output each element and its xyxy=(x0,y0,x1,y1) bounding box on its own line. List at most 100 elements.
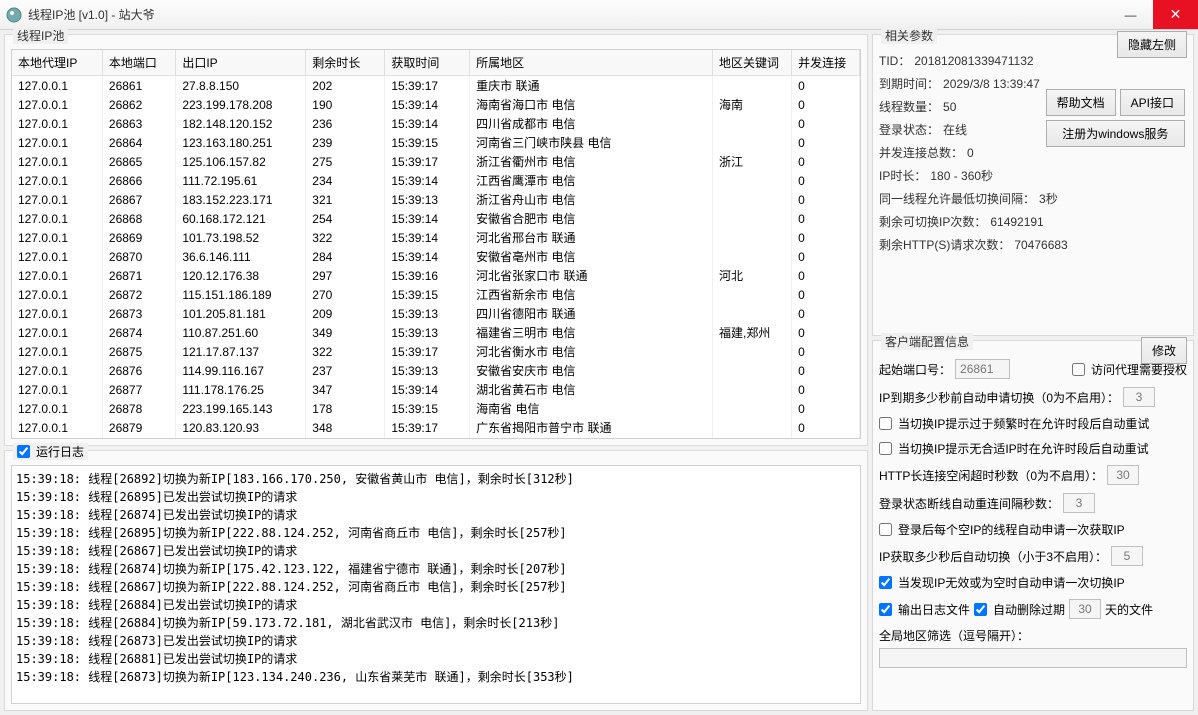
col-header[interactable]: 出口IP xyxy=(176,50,306,76)
col-header[interactable]: 获取时间 xyxy=(385,50,470,76)
cell-port: 26861 xyxy=(102,76,175,96)
table-row[interactable]: 127.0.0.126880120.9.141.12035115:39:14河北… xyxy=(12,437,860,439)
table-row[interactable]: 127.0.0.126876114.99.116.16723715:39:13安… xyxy=(12,361,860,380)
table-row[interactable]: 127.0.0.12686127.8.8.15020215:39:17重庆市 联… xyxy=(12,76,860,96)
cell-port: 26877 xyxy=(102,380,175,399)
region-filter-label: 全局地区筛选（逗号隔开）： xyxy=(879,627,1029,644)
cell-remain: 190 xyxy=(306,95,385,114)
cell-region: 河北省张家口市 联通 xyxy=(470,266,713,285)
remain-http-label: 剩余HTTP(S)请求次数： xyxy=(879,236,1010,253)
table-row[interactable]: 127.0.0.126877111.178.176.2534715:39:14湖… xyxy=(12,380,860,399)
auto-del-days-input[interactable] xyxy=(1069,599,1101,619)
ip-duration-label: IP时长： xyxy=(879,167,926,184)
cell-conn: 0 xyxy=(792,95,860,114)
close-button[interactable]: ✕ xyxy=(1153,0,1198,29)
min-switch-value: 3秒 xyxy=(1039,190,1058,207)
table-row[interactable]: 127.0.0.126878223.199.165.14317815:39:15… xyxy=(12,399,860,418)
col-header[interactable]: 并发连接 xyxy=(792,50,860,76)
remain-switch-value: 61492191 xyxy=(990,215,1043,229)
api-button[interactable]: API接口 xyxy=(1120,89,1185,116)
cell-region: 江西省鹰潭市 电信 xyxy=(470,171,713,190)
ip-table-wrap[interactable]: 本地代理IP本地端口出口IP剩余时长获取时间所属地区地区关键词并发连接 127.… xyxy=(11,49,861,439)
cell-kw xyxy=(713,361,792,380)
min-switch-label: 同一线程允许最低切换间隔： xyxy=(879,190,1035,207)
post-fetch-input[interactable] xyxy=(1111,546,1143,566)
log-enable-checkbox[interactable] xyxy=(17,445,30,458)
client-title: 客户端配置信息 xyxy=(881,333,973,350)
cell-out: 120.12.176.38 xyxy=(176,266,306,285)
expire-value: 2029/3/8 13:39:47 xyxy=(943,77,1040,91)
relogin-input[interactable] xyxy=(1063,493,1095,513)
table-row[interactable]: 127.0.0.126873101.205.81.18120915:39:13四… xyxy=(12,304,860,323)
cell-time: 15:39:14 xyxy=(385,247,470,266)
cell-ip: 127.0.0.1 xyxy=(12,323,102,342)
cell-remain: 275 xyxy=(306,152,385,171)
table-row[interactable]: 127.0.0.126872115.151.186.18927015:39:15… xyxy=(12,285,860,304)
col-header[interactable]: 地区关键词 xyxy=(713,50,792,76)
output-log-checkbox[interactable] xyxy=(879,603,892,616)
log-textarea[interactable]: 15:39:18: 线程[26892]切换为新IP[183.166.170.25… xyxy=(11,465,861,704)
cell-remain: 239 xyxy=(306,133,385,152)
table-row[interactable]: 127.0.0.126871120.12.176.3829715:39:16河北… xyxy=(12,266,860,285)
col-header[interactable]: 本地代理IP xyxy=(12,50,102,76)
table-row[interactable]: 127.0.0.126863182.148.120.15223615:39:14… xyxy=(12,114,860,133)
cell-kw: 福建,郑州 xyxy=(713,323,792,342)
col-header[interactable]: 剩余时长 xyxy=(306,50,385,76)
http-idle-input[interactable] xyxy=(1107,465,1139,485)
table-row[interactable]: 127.0.0.12686860.168.172.12125415:39:14安… xyxy=(12,209,860,228)
cell-out: 120.83.120.93 xyxy=(176,418,306,437)
cell-conn: 0 xyxy=(792,76,860,96)
relogin-label: 登录状态断线自动重连间隔秒数： xyxy=(879,495,1059,512)
table-row[interactable]: 127.0.0.126865125.106.157.8227515:39:17浙… xyxy=(12,152,860,171)
table-row[interactable]: 127.0.0.126867183.152.223.17132115:39:13… xyxy=(12,190,860,209)
cell-kw: 浙江 xyxy=(713,152,792,171)
post-fetch-label: IP获取多少秒后自动切换（小于3不启用）： xyxy=(879,548,1107,565)
table-row[interactable]: 127.0.0.12687036.6.146.11128415:39:14安徽省… xyxy=(12,247,860,266)
cell-region: 四川省成都市 电信 xyxy=(470,114,713,133)
auto-fetch-checkbox[interactable] xyxy=(879,523,892,536)
ip-expire-input[interactable] xyxy=(1123,387,1155,407)
table-row[interactable]: 127.0.0.126862223.199.178.20819015:39:14… xyxy=(12,95,860,114)
cell-port: 26862 xyxy=(102,95,175,114)
cell-ip: 127.0.0.1 xyxy=(12,285,102,304)
table-row[interactable]: 127.0.0.126875121.17.87.13732215:39:17河北… xyxy=(12,342,860,361)
auto-switch-invalid-checkbox[interactable] xyxy=(879,576,892,589)
cell-remain: 284 xyxy=(306,247,385,266)
table-row[interactable]: 127.0.0.126869101.73.198.5232215:39:14河北… xyxy=(12,228,860,247)
region-filter-input[interactable] xyxy=(879,648,1187,668)
cell-ip: 127.0.0.1 xyxy=(12,266,102,285)
cell-ip: 127.0.0.1 xyxy=(12,152,102,171)
cell-kw xyxy=(713,437,792,439)
cell-kw xyxy=(713,380,792,399)
help-doc-button[interactable]: 帮助文档 xyxy=(1046,89,1116,116)
cell-out: 111.178.176.25 xyxy=(176,380,306,399)
cell-conn: 0 xyxy=(792,133,860,152)
modify-button[interactable]: 修改 xyxy=(1141,337,1187,364)
cell-out: 123.163.180.251 xyxy=(176,133,306,152)
col-header[interactable]: 所属地区 xyxy=(470,50,713,76)
table-row[interactable]: 127.0.0.126866111.72.195.6123415:39:14江西… xyxy=(12,171,860,190)
titlebar: 线程IP池 [v1.0] - 站大爷 — ✕ xyxy=(0,0,1198,30)
cell-kw xyxy=(713,304,792,323)
retry-freq-checkbox[interactable] xyxy=(879,417,892,430)
cell-kw xyxy=(713,342,792,361)
tid-value: 201812081339471132 xyxy=(914,54,1033,68)
auto-del-checkbox[interactable] xyxy=(974,603,987,616)
register-service-button[interactable]: 注册为windows服务 xyxy=(1046,120,1185,147)
cell-ip: 127.0.0.1 xyxy=(12,209,102,228)
table-row[interactable]: 127.0.0.126864123.163.180.25123915:39:15… xyxy=(12,133,860,152)
start-port-input[interactable] xyxy=(955,359,1010,379)
hide-left-button[interactable]: 隐藏左侧 xyxy=(1117,31,1187,58)
cell-remain: 270 xyxy=(306,285,385,304)
cell-kw xyxy=(713,247,792,266)
table-row[interactable]: 127.0.0.126874110.87.251.6034915:39:13福建… xyxy=(12,323,860,342)
cell-out: 101.205.81.181 xyxy=(176,304,306,323)
minimize-button[interactable]: — xyxy=(1108,0,1153,29)
table-row[interactable]: 127.0.0.126879120.83.120.9334815:39:17广东… xyxy=(12,418,860,437)
cell-remain: 234 xyxy=(306,171,385,190)
cell-remain: 237 xyxy=(306,361,385,380)
col-header[interactable]: 本地端口 xyxy=(102,50,175,76)
auth-checkbox[interactable] xyxy=(1072,363,1085,376)
retry-nofit-checkbox[interactable] xyxy=(879,442,892,455)
cell-region: 江西省新余市 电信 xyxy=(470,285,713,304)
